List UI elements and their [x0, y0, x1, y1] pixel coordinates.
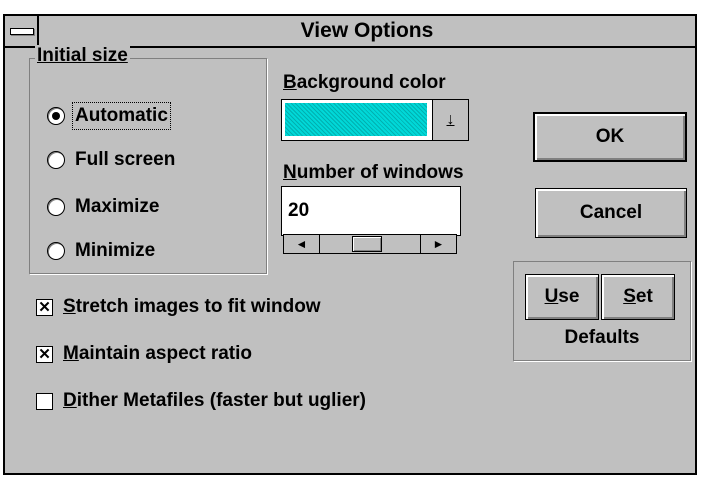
- ok-button[interactable]: OK: [533, 112, 687, 162]
- maintain-aspect-mnemonic: M: [63, 343, 79, 364]
- background-color-label-mnemonic: B: [283, 72, 297, 93]
- radio-maximize-label: Maximize: [75, 196, 160, 217]
- radio-maximize[interactable]: Maximize: [47, 194, 159, 220]
- cancel-button-label: Cancel: [579, 202, 643, 223]
- scroll-thumb[interactable]: [352, 236, 382, 252]
- combobox-dropdown-button[interactable]: ↓: [432, 100, 468, 140]
- title-bar: View Options: [5, 16, 695, 48]
- dropdown-arrow-icon: ↓: [446, 111, 455, 128]
- radio-minimize[interactable]: Minimize: [47, 238, 155, 264]
- background-color-label: Background color: [283, 72, 446, 94]
- maintain-aspect-checkbox-row[interactable]: ✕ Maintain aspect ratio: [36, 341, 252, 367]
- system-menu-icon: [10, 28, 34, 35]
- background-color-label-rest: ackground color: [296, 72, 446, 93]
- number-of-windows-label: Number of windows: [283, 162, 464, 184]
- dither-metafiles-checkbox-row[interactable]: Dither Metafiles (faster but uglier): [36, 388, 366, 414]
- radio-full-screen-label: Full screen: [75, 149, 176, 170]
- maintain-aspect-label: aintain aspect ratio: [78, 343, 252, 364]
- scroll-left-icon: ◄: [295, 237, 308, 251]
- dither-metafiles-mnemonic: D: [63, 390, 77, 411]
- number-of-windows-input[interactable]: 20: [281, 186, 461, 236]
- ok-button-label: OK: [595, 126, 625, 147]
- set-button-label: et: [635, 286, 653, 307]
- number-of-windows-scrollbar[interactable]: ◄ ►: [283, 234, 457, 254]
- radio-full-screen[interactable]: Full screen: [47, 147, 175, 173]
- initial-size-legend-text: Initial size: [37, 45, 128, 66]
- scroll-right-button[interactable]: ►: [420, 235, 456, 253]
- radio-automatic[interactable]: Automatic: [47, 102, 171, 130]
- background-color-swatch: [285, 103, 427, 136]
- cancel-button[interactable]: Cancel: [535, 188, 687, 238]
- stretch-images-checkbox[interactable]: ✕: [36, 298, 53, 316]
- scroll-left-button[interactable]: ◄: [284, 235, 320, 253]
- maintain-aspect-checkbox[interactable]: ✕: [36, 345, 53, 363]
- radio-maximize-circle[interactable]: [47, 198, 65, 216]
- stretch-images-label: tretch images to fit window: [75, 296, 321, 317]
- radio-minimize-circle[interactable]: [47, 242, 65, 260]
- radio-minimize-label: Minimize: [75, 240, 156, 261]
- stretch-images-checkbox-row[interactable]: ✕ Stretch images to fit window: [36, 294, 321, 320]
- set-defaults-button[interactable]: Set: [601, 274, 675, 320]
- use-button-mnemonic: U: [544, 286, 559, 307]
- dither-metafiles-label: ither Metafiles (faster but uglier): [76, 390, 367, 411]
- scroll-right-icon: ►: [432, 237, 445, 251]
- dialog-title: View Options: [300, 19, 434, 42]
- use-defaults-button[interactable]: Use: [525, 274, 599, 320]
- background-color-combobox[interactable]: ↓: [281, 99, 469, 141]
- number-of-windows-label-rest: umber of windows: [296, 162, 464, 183]
- radio-full-screen-circle[interactable]: [47, 151, 65, 169]
- number-of-windows-label-mnemonic: N: [283, 162, 297, 183]
- defaults-label: Defaults: [564, 327, 640, 348]
- use-button-label: se: [558, 286, 580, 307]
- radio-automatic-label: Automatic: [72, 102, 171, 130]
- system-menu-button[interactable]: [5, 16, 39, 46]
- set-button-mnemonic: S: [623, 286, 636, 307]
- stretch-images-mnemonic: S: [63, 296, 76, 317]
- initial-size-legend: Initial size: [35, 45, 130, 67]
- dither-metafiles-checkbox[interactable]: [36, 392, 53, 410]
- radio-automatic-circle[interactable]: [47, 107, 65, 125]
